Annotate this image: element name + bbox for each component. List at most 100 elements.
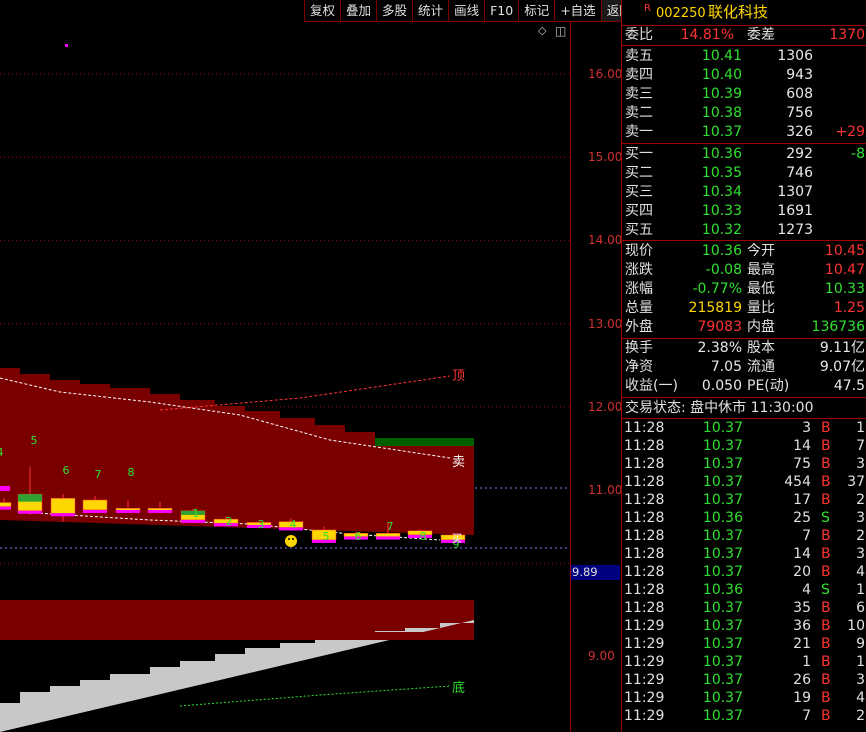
stat-label: 涨幅 [625, 281, 653, 297]
toolbar-button-4[interactable]: 画线 [448, 0, 485, 22]
tick-count: 37 [847, 474, 865, 490]
ask-label: 卖四 [625, 67, 653, 83]
tick-count: 7 [856, 438, 865, 454]
stat-value-2: 136736 [811, 319, 865, 335]
finance-label-2: PE(动) [747, 378, 790, 394]
tick-row[interactable]: 11:28 10.37 17 B 2 [622, 491, 866, 509]
stat-label-2: 内盘 [747, 319, 775, 335]
candle-magenta-3 [83, 509, 107, 513]
weibi-label: 委比 [625, 27, 653, 43]
ask-label: 卖二 [625, 105, 653, 121]
stat-value-2: 10.45 [824, 243, 865, 259]
tick-volume: 14 [793, 546, 811, 562]
tick-time: 11:28 [624, 546, 665, 562]
tick-row[interactable]: 11:28 10.37 454 B 37 [622, 473, 866, 491]
bid-volume: 292 [786, 146, 813, 162]
axis-label-6: 9.00 [588, 649, 615, 664]
kline-chart[interactable]: 顶卖底45678123456789买 复权叠加多股统计画线F10标记+自选返回 … [0, 0, 621, 732]
ask-volume: 756 [786, 105, 813, 121]
ask-label: 卖一 [625, 124, 653, 140]
diamond-icon[interactable]: ◇ [538, 24, 546, 37]
toolbar-button-2[interactable]: 多股 [376, 0, 413, 22]
candle-magenta-2 [51, 513, 75, 517]
bid-row-2: 买三 10.34 1307 [622, 183, 866, 202]
stat-value: -0.08 [705, 262, 742, 278]
count-label-3: 7 [95, 468, 102, 481]
tick-row[interactable]: 11:28 10.36 4 S 1 [622, 581, 866, 599]
finance-label: 换手 [625, 340, 653, 356]
tick-row[interactable]: 11:28 10.37 75 B 3 [622, 455, 866, 473]
stat-row-1: 涨跌 -0.08 最高 10.47 [622, 261, 866, 280]
tick-side: B [821, 636, 831, 652]
chart-canvas[interactable]: 顶卖底45678123456789买 [0, 0, 621, 732]
count-label-14: 8 [420, 530, 427, 543]
tick-row[interactable]: 11:29 10.37 7 B 2 [622, 707, 866, 725]
finance-value: 2.38% [697, 340, 742, 356]
weibi-row: 委比 14.81% 委差 1370 [622, 26, 866, 45]
tick-row[interactable]: 11:28 10.37 7 B 2 [622, 527, 866, 545]
tick-time: 11:29 [624, 636, 665, 652]
finance-value-2: 9.11亿 [819, 340, 865, 356]
toolbar-button-5[interactable]: F10 [484, 0, 519, 22]
tick-row[interactable]: 11:29 10.37 1 B 1 [622, 653, 866, 671]
toolbar-button-6[interactable]: 标记 [518, 0, 555, 22]
bid-row-3: 买四 10.33 1691 [622, 202, 866, 221]
bid-volume: 1307 [777, 184, 813, 200]
tick-time: 11:28 [624, 510, 665, 526]
label-buy: 买 [452, 533, 462, 545]
tick-row[interactable]: 11:29 10.37 19 B 4 [622, 689, 866, 707]
axis-label-4: 12.00 [588, 399, 621, 414]
stat-label: 涨跌 [625, 262, 653, 278]
tick-row[interactable]: 11:28 10.37 14 B 7 [622, 437, 866, 455]
tick-price: 10.37 [702, 636, 743, 652]
stat-label-2: 量比 [747, 300, 775, 316]
tick-volume: 3 [802, 420, 811, 436]
weici-value: 1370 [829, 27, 865, 43]
tick-count: 3 [856, 456, 865, 472]
candle-green-cap-1 [18, 494, 42, 502]
marker-dot [65, 44, 68, 47]
toolbar-button-7[interactable]: +自选 [554, 0, 601, 22]
tick-time: 11:29 [624, 708, 665, 724]
stat-value-2: 10.33 [824, 281, 865, 297]
bid-label: 买三 [625, 184, 653, 200]
tick-price: 10.37 [702, 474, 743, 490]
tick-volume: 454 [784, 474, 811, 490]
quote-panel: R 002250 联化科技 委比 14.81% 委差 1370 卖五 10.41 1306 卖… [621, 0, 866, 732]
tick-row[interactable]: 11:28 10.37 3 B 1 [622, 419, 866, 437]
tick-row[interactable]: 11:29 10.37 26 B 3 [622, 671, 866, 689]
ask-price: 10.40 [701, 67, 742, 83]
bid-label: 买四 [625, 203, 653, 219]
tick-row[interactable]: 11:28 10.37 14 B 3 [622, 545, 866, 563]
tick-row[interactable]: 11:28 10.37 35 B 6 [622, 599, 866, 617]
tick-row[interactable]: 11:28 10.37 20 B 4 [622, 563, 866, 581]
candle-magenta-0 [0, 506, 11, 510]
window-toggle-icon[interactable]: ◫ [555, 24, 566, 38]
tick-count: 4 [856, 564, 865, 580]
count-label-9: 3 [258, 518, 265, 531]
finance-row-2: 收益(一) 0.050 PE(动) 47.5 [622, 377, 866, 396]
ask-price: 10.38 [701, 105, 742, 121]
tick-side: S [821, 510, 830, 526]
tick-volume: 7 [802, 708, 811, 724]
bid-label: 买五 [625, 222, 653, 238]
stat-label: 总量 [625, 300, 653, 316]
bottom-trend-line [179, 685, 451, 707]
toolbar-button-0[interactable]: 复权 [304, 0, 341, 22]
tick-row[interactable]: 11:29 10.37 21 B 9 [622, 635, 866, 653]
tick-row[interactable]: 11:29 10.37 36 B 10 [622, 617, 866, 635]
stock-name: 联化科技 [708, 3, 769, 21]
tick-time: 11:28 [624, 456, 665, 472]
toolbar-button-3[interactable]: 统计 [412, 0, 449, 22]
candle-body-2 [50, 498, 76, 514]
candle-magenta-6 [181, 519, 205, 523]
ask-volume: 326 [786, 124, 813, 140]
tick-side: B [821, 492, 831, 508]
ask-volume: 608 [786, 86, 813, 102]
toolbar-button-1[interactable]: 叠加 [340, 0, 377, 22]
finance-value: 0.050 [701, 378, 742, 394]
tick-volume: 14 [793, 438, 811, 454]
label-sell: 卖 [452, 455, 465, 470]
toolbar-button-8[interactable]: 返回 [600, 0, 621, 22]
tick-row[interactable]: 11:28 10.36 25 S 3 [622, 509, 866, 527]
